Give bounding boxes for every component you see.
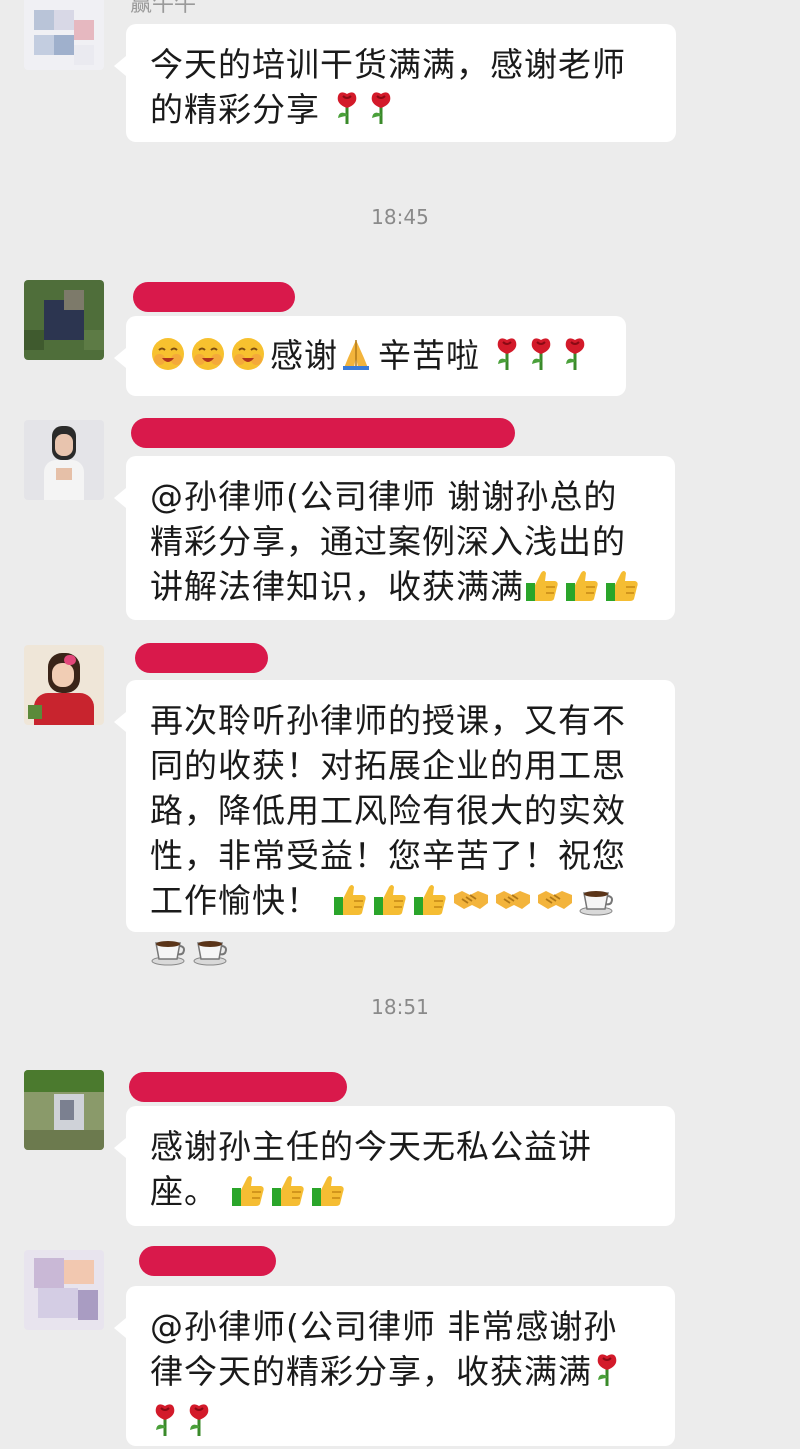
thumbs-up-icon — [332, 881, 368, 928]
thumbs-up-icon — [412, 881, 448, 928]
message-bubble[interactable]: @孙律师(公司律师 谢谢孙总的精彩分享，通过案例深入浅出的讲解法律知识，收获满满 — [114, 456, 675, 620]
thumbs-up-icon — [310, 1172, 346, 1219]
grin-face-icon — [150, 336, 186, 383]
redacted-sender-name — [135, 643, 268, 673]
message-bubble[interactable]: 今天的培训干货满满，感谢老师的精彩分享 — [114, 24, 676, 142]
thumbs-up-icon — [564, 567, 600, 614]
coffee-icon — [578, 881, 616, 928]
avatar[interactable] — [24, 420, 104, 500]
avatar[interactable] — [24, 1070, 104, 1150]
avatar[interactable] — [24, 1250, 104, 1330]
coffee-icon — [150, 931, 188, 978]
rose-icon — [526, 336, 556, 383]
grin-face-icon — [190, 336, 226, 383]
avatar[interactable] — [24, 645, 104, 725]
rose-icon — [560, 336, 590, 383]
coffee-icon — [192, 931, 230, 978]
message-text-after: 辛苦啦 — [378, 336, 480, 375]
grin-face-icon — [230, 336, 266, 383]
thumbs-up-icon — [604, 567, 640, 614]
sender-name: 赢牛牛 — [130, 0, 197, 17]
thumbs-up-icon — [524, 567, 560, 614]
avatar[interactable] — [24, 0, 104, 70]
message-text: @孙律师(公司律师 非常感谢孙律今天的精彩分享，收获满满 — [150, 1307, 618, 1391]
handshake-icon — [494, 881, 532, 928]
timestamp: 18:45 — [371, 205, 429, 229]
rose-icon — [184, 1402, 214, 1449]
thumbs-up-icon — [270, 1172, 306, 1219]
message-text: 感谢 — [270, 336, 338, 375]
handshake-icon — [536, 881, 574, 928]
rose-icon — [492, 336, 522, 383]
handshake-icon — [452, 881, 490, 928]
redacted-sender-name — [131, 418, 515, 448]
rose-icon — [332, 90, 362, 137]
rose-icon — [366, 90, 396, 137]
avatar[interactable] — [24, 280, 104, 360]
rose-icon — [150, 1402, 180, 1449]
thumbs-up-icon — [372, 881, 408, 928]
thumbs-up-icon — [230, 1172, 266, 1219]
message-bubble[interactable]: 感谢孙主任的今天无私公益讲座。 — [114, 1106, 675, 1226]
redacted-sender-name — [129, 1072, 347, 1102]
redacted-sender-name — [139, 1246, 276, 1276]
rose-icon — [592, 1352, 622, 1399]
message-text: 感谢孙主任的今天无私公益讲座。 — [150, 1127, 592, 1211]
timestamp: 18:51 — [371, 995, 429, 1019]
message-bubble[interactable]: 感谢 辛苦啦 — [114, 316, 626, 396]
pray-icon — [338, 336, 374, 383]
message-bubble[interactable]: @孙律师(公司律师 非常感谢孙律今天的精彩分享，收获满满 — [114, 1286, 675, 1449]
message-bubble[interactable]: 再次聆听孙律师的授课，又有不同的收获！对拓展企业的用工思路，降低用工风险有很大的… — [114, 680, 675, 966]
redacted-sender-name — [133, 282, 295, 312]
